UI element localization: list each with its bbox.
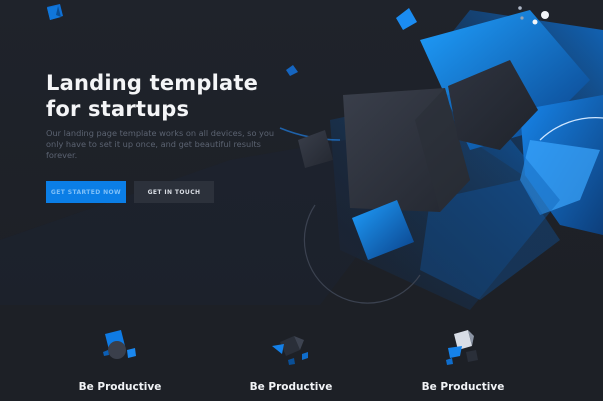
feature-title: Be Productive bbox=[249, 381, 333, 393]
feature-title: Be Productive bbox=[78, 381, 162, 393]
get-in-touch-button[interactable]: GET IN TOUCH bbox=[134, 181, 214, 203]
cube-cluster-icon bbox=[446, 330, 478, 365]
hero-title: Landing template for startups bbox=[46, 71, 259, 121]
hero-paragraph: Our landing page template works on all d… bbox=[46, 128, 275, 160]
feature-item: Be Productive bbox=[226, 320, 356, 401]
feature-title: Be Productive bbox=[421, 381, 505, 393]
feature-item: Be Productive bbox=[398, 320, 528, 401]
cube-cluster-icon bbox=[272, 336, 308, 365]
cube-cluster-icon bbox=[103, 330, 136, 359]
get-started-button[interactable]: GET STARTED NOW bbox=[46, 181, 126, 203]
logo-icon[interactable] bbox=[46, 5, 62, 21]
feature-item: Be Productive bbox=[55, 320, 185, 401]
